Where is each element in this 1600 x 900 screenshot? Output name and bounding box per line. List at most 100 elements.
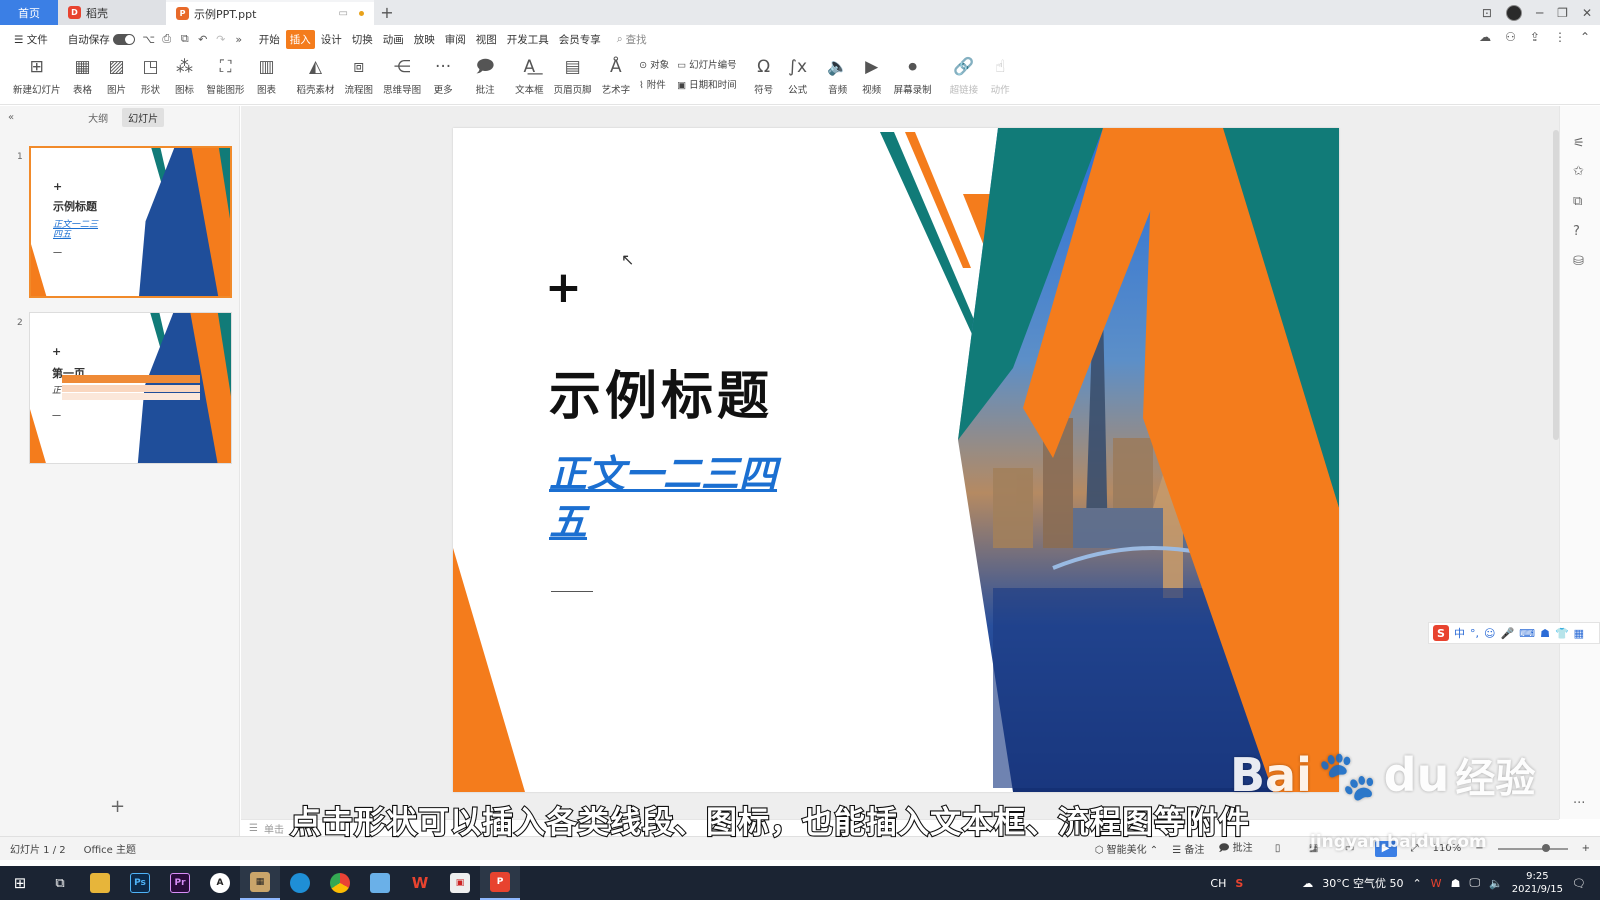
volume-icon[interactable]: 🔈	[1489, 877, 1503, 890]
taskbar-media-app[interactable]: ▦	[240, 866, 280, 900]
more-button[interactable]: ··· 更多	[426, 53, 460, 96]
pin-icon[interactable]: ✩	[1573, 164, 1584, 179]
avatar[interactable]	[1505, 4, 1522, 21]
print-icon[interactable]: ⎙	[159, 32, 175, 46]
taskbar-wps-presentation[interactable]: P	[480, 866, 520, 900]
taskbar-app-a[interactable]: A	[200, 866, 240, 900]
redo-icon[interactable]: ↷	[213, 33, 229, 46]
menu-animation[interactable]: 动画	[379, 30, 408, 49]
properties-icon[interactable]: ⚟	[1573, 136, 1585, 151]
docer-material-button[interactable]: ◭ 稻壳素材	[292, 53, 340, 96]
slide-body-text[interactable]: 正文一二三四五	[549, 450, 789, 546]
tab-window-icon[interactable]: ▭	[339, 8, 348, 19]
network-icon[interactable]: 🖵	[1469, 876, 1480, 890]
taskbar-app-white[interactable]: ▣	[440, 866, 480, 900]
menu-insert[interactable]: 插入	[285, 29, 315, 49]
new-slide-button[interactable]: ⊞ 新建幻灯片	[8, 53, 66, 96]
task-view-button[interactable]: ⧉	[40, 866, 80, 900]
tray-chevron-icon[interactable]: ⌃	[1412, 877, 1421, 890]
icon-button[interactable]: ⁂ 图标	[168, 53, 202, 96]
slide-thumbnail-1[interactable]: + 示例标题 正文一二三四五 一	[29, 146, 232, 298]
slide-number-button[interactable]: ▭ 幻灯片编号	[677, 57, 737, 71]
sogou-tray-icon[interactable]: S	[1235, 877, 1243, 890]
slides-panel-icon[interactable]: ⧉	[1573, 194, 1582, 209]
menu-review[interactable]: 审阅	[441, 30, 470, 49]
slide-divider-line[interactable]	[551, 591, 593, 592]
tab-outline[interactable]: 大纲	[82, 108, 114, 127]
notes-toggle-button[interactable]: ☰ 备注	[1172, 841, 1204, 856]
format-painter-icon[interactable]: ⌥	[141, 33, 157, 46]
collapse-ribbon-icon[interactable]: ⌃	[1580, 30, 1590, 44]
menu-slideshow[interactable]: 放映	[410, 30, 439, 49]
smart-graphic-button[interactable]: ⛶ 智能图形	[202, 53, 250, 96]
more-tools-icon[interactable]: ···	[1573, 796, 1585, 811]
new-tab-button[interactable]: +	[374, 0, 400, 25]
more-chevron-icon[interactable]: »	[231, 33, 247, 46]
more-options-icon[interactable]: ⋮	[1554, 30, 1566, 44]
current-slide[interactable]: + 示例标题 正文一二三四五	[453, 128, 1339, 792]
slide-thumbnail-2[interactable]: + 第一页 正 一	[29, 312, 232, 464]
menu-developer[interactable]: 开发工具	[503, 30, 553, 49]
autosave-toggle[interactable]: 自动保存	[64, 30, 139, 49]
share-icon[interactable]: ⇪	[1530, 30, 1540, 44]
collaborate-icon[interactable]: ⚇	[1505, 30, 1516, 44]
toggle-switch-icon[interactable]	[112, 34, 135, 45]
slide-title[interactable]: 示例标题	[549, 354, 773, 429]
tray-app-icon[interactable]: ☗	[1451, 877, 1461, 890]
keyboard-icon[interactable]: ⌨	[1519, 627, 1535, 640]
tab-docer[interactable]: D 稻壳	[58, 0, 166, 25]
user-icon[interactable]: ☗	[1540, 627, 1550, 640]
close-button[interactable]: ✕	[1582, 6, 1592, 20]
taskbar-chrome[interactable]	[320, 866, 360, 900]
object-button[interactable]: ⊙ 对象	[639, 57, 669, 71]
menu-design[interactable]: 设计	[317, 30, 346, 49]
file-menu[interactable]: ☰ 文件	[10, 30, 52, 49]
audio-button[interactable]: 🔈 音频	[821, 53, 855, 96]
hyperlink-button[interactable]: 🔗 超链接	[945, 53, 984, 96]
symbol-button[interactable]: Ω 符号	[747, 53, 781, 96]
taskbar-notes-app[interactable]	[360, 866, 400, 900]
zoom-slider[interactable]	[1497, 843, 1568, 852]
header-footer-button[interactable]: ▤ 页眉页脚	[549, 53, 597, 96]
formula-button[interactable]: ∫x 公式	[781, 53, 815, 96]
menu-member[interactable]: 会员专享	[555, 30, 605, 49]
shape-button[interactable]: ◳ 形状	[134, 53, 168, 96]
zoom-in-button[interactable]: +	[1582, 843, 1590, 854]
taskbar-premiere[interactable]: Pr	[160, 866, 200, 900]
menu-start[interactable]: 开始	[255, 30, 284, 49]
weather-text[interactable]: 30°C 空气优 50	[1322, 875, 1403, 891]
cloud-sync-icon[interactable]: ☁	[1479, 30, 1491, 44]
tab-home[interactable]: 首页	[0, 0, 58, 25]
taskbar-photoshop[interactable]: Ps	[120, 866, 160, 900]
input-lang[interactable]: CH	[1210, 877, 1226, 890]
flowchart-button[interactable]: ⧈ 流程图	[340, 53, 379, 96]
skin-icon[interactable]: 👕	[1555, 627, 1569, 640]
smart-beautify-button[interactable]: ⬡ 智能美化 ⌃	[1095, 841, 1158, 856]
picture-button[interactable]: ▨ 图片	[100, 53, 134, 96]
input-method-bar[interactable]: S 中 °, ☺ 🎤 ⌨ ☗ 👕 ▦	[1428, 622, 1600, 644]
taskbar-explorer[interactable]	[80, 866, 120, 900]
datetime-button[interactable]: ▣ 日期和时间	[677, 77, 737, 91]
restore-button[interactable]: ❐	[1557, 6, 1568, 20]
wps-tray-icon[interactable]: W	[1431, 877, 1442, 890]
start-button[interactable]: ⊞	[0, 866, 40, 900]
undo-icon[interactable]: ↶	[195, 33, 211, 46]
ime-lang[interactable]: 中	[1454, 625, 1465, 641]
screen-record-button[interactable]: ⏺ 屏幕录制	[889, 53, 937, 96]
backup-icon[interactable]: ⛁	[1573, 254, 1584, 269]
action-button[interactable]: ☝ 动作	[983, 53, 1017, 96]
taskbar-edge[interactable]	[280, 866, 320, 900]
microphone-icon[interactable]: 🎤	[1500, 627, 1514, 640]
menu-transition[interactable]: 切换	[348, 30, 377, 49]
comment-button[interactable]: 🗩 批注	[468, 53, 502, 96]
menu-view[interactable]: 视图	[472, 30, 501, 49]
wordart-button[interactable]: Å 艺术字	[597, 53, 636, 96]
slide-plus-mark[interactable]: +	[545, 266, 582, 310]
add-slide-button[interactable]: +	[110, 796, 125, 817]
theme-name[interactable]: Office 主题	[84, 841, 136, 856]
notification-icon[interactable]: 🗨	[1572, 877, 1586, 890]
help-icon[interactable]: ?	[1573, 224, 1580, 239]
punctuation-icon[interactable]: °,	[1470, 627, 1479, 640]
tab-slides[interactable]: 幻灯片	[122, 107, 165, 127]
emoji-icon[interactable]: ☺	[1484, 627, 1495, 640]
